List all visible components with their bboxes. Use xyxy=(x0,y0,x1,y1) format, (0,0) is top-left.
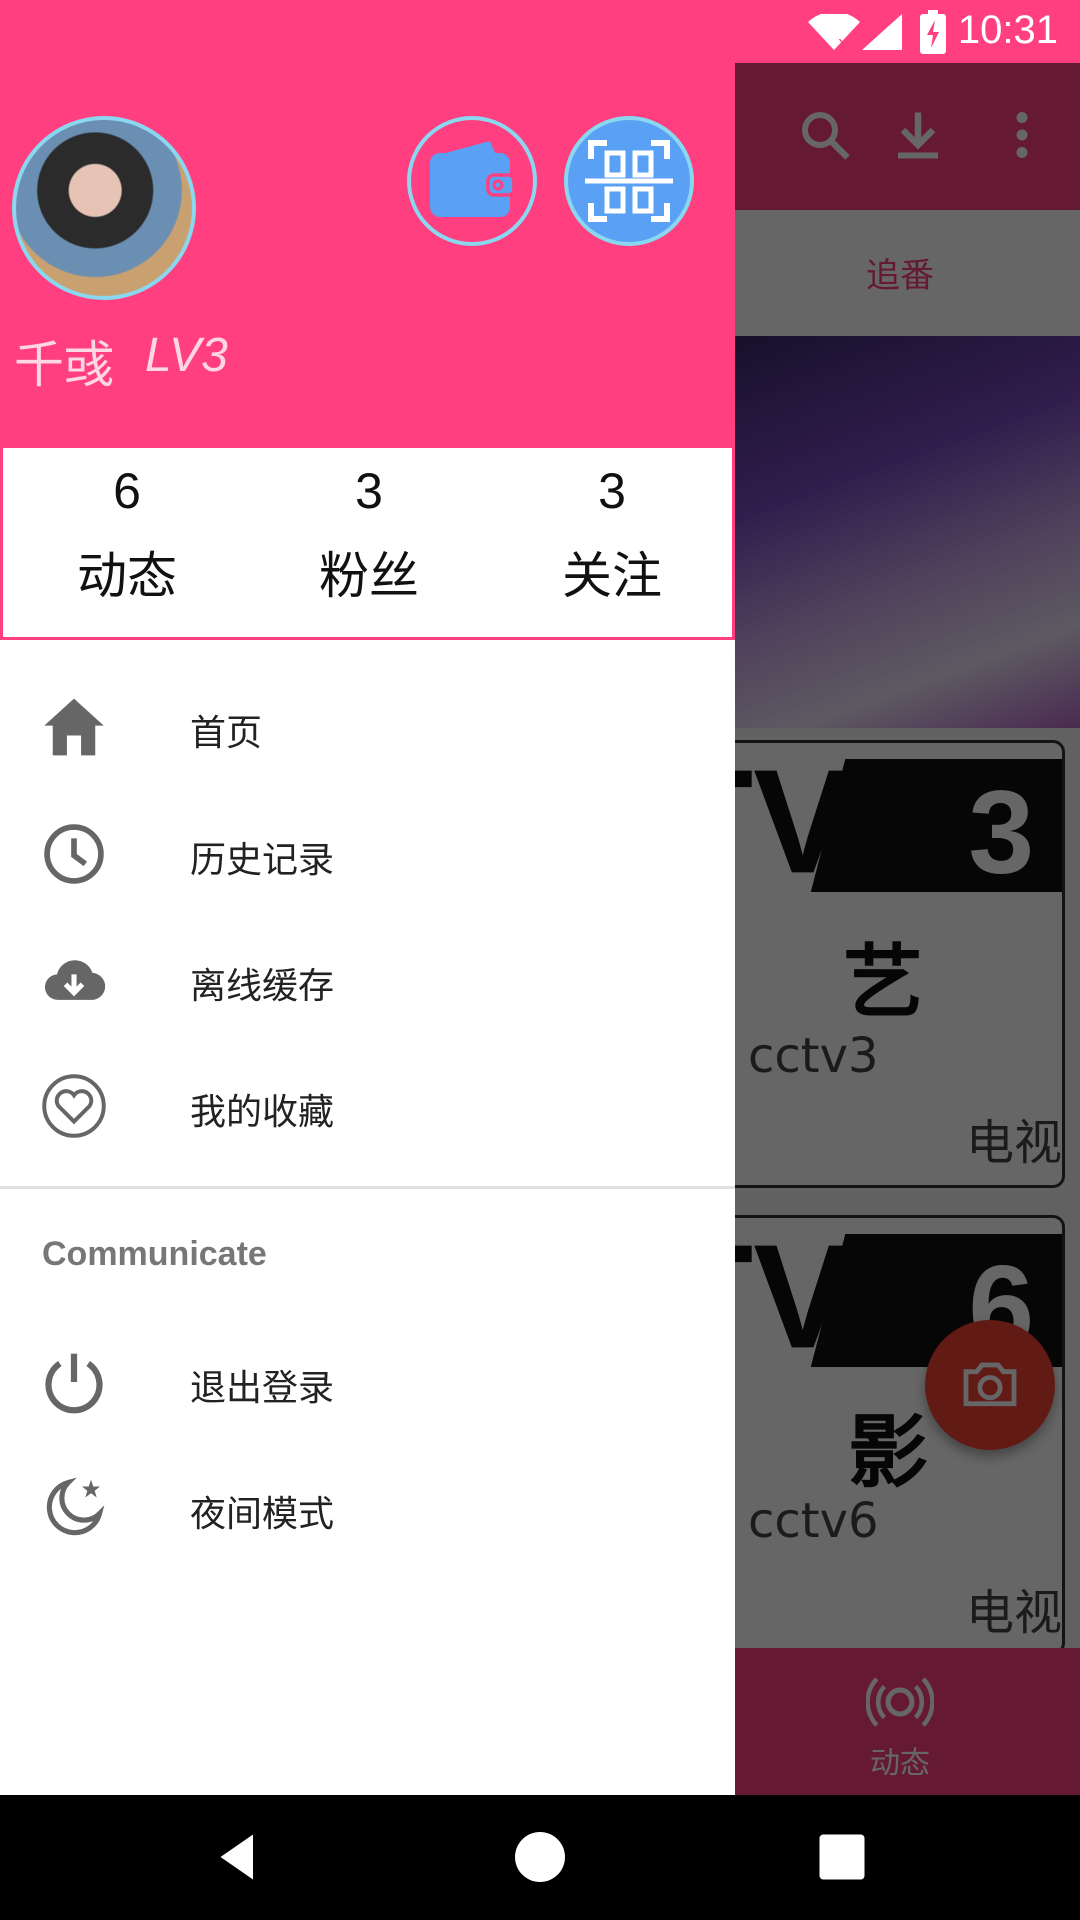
stat-label: 动态 xyxy=(77,547,177,605)
home-nav-icon[interactable] xyxy=(510,1827,570,1887)
stat-value: 6 xyxy=(113,463,141,519)
menu-item-label: 首页 xyxy=(190,713,263,754)
wifi-icon: x xyxy=(808,14,860,50)
qr-scan-icon xyxy=(585,140,673,222)
signal-icon xyxy=(862,14,902,50)
drawer-header: 千彧 LV3 xyxy=(0,0,735,448)
battery-charging-icon xyxy=(920,10,946,54)
stat-label: 粉丝 xyxy=(319,547,419,605)
user-level: LV3 xyxy=(145,329,228,382)
status-time: 10:31 xyxy=(957,8,1058,52)
section-title: Communicate xyxy=(42,1235,267,1273)
menu-item-history[interactable]: 历史记录 xyxy=(0,795,735,905)
menu-item-label: 夜间模式 xyxy=(190,1494,335,1535)
stat-guanzhu[interactable]: 3 关注 xyxy=(512,448,712,608)
recents-icon[interactable] xyxy=(812,1827,872,1887)
stat-value: 3 xyxy=(355,463,383,519)
menu-item-night-mode[interactable]: 夜间模式 xyxy=(0,1449,735,1559)
user-stats: 6 动态 3 粉丝 3 关注 xyxy=(0,448,735,640)
navigation-drawer: 千彧 LV3 6 动态 3 粉丝 3 关注 首页 历史记录 离线缓存 我的收藏 … xyxy=(0,0,735,1795)
wallet-icon xyxy=(430,141,516,217)
menu-item-label: 历史记录 xyxy=(190,840,335,881)
history-icon xyxy=(44,824,104,884)
system-navigation-bar xyxy=(0,1795,1080,1920)
menu-item-label: 离线缓存 xyxy=(190,966,335,1007)
stat-label: 关注 xyxy=(562,547,662,605)
favorite-icon xyxy=(42,1074,106,1138)
back-icon[interactable] xyxy=(208,1827,268,1887)
menu-item-home[interactable]: 首页 xyxy=(0,668,735,778)
menu-item-label: 我的收藏 xyxy=(190,1092,335,1133)
stat-dongtai[interactable]: 6 动态 xyxy=(27,448,227,608)
username: 千彧 xyxy=(14,336,114,394)
menu-divider xyxy=(0,1186,735,1189)
menu-item-label: 退出登录 xyxy=(190,1368,335,1409)
menu-item-logout[interactable]: 退出登录 xyxy=(0,1323,735,1433)
stat-value: 3 xyxy=(598,463,626,519)
wallet-button[interactable] xyxy=(407,116,537,246)
home-icon xyxy=(44,698,104,756)
status-bar: x 10:31 xyxy=(0,0,1080,63)
qr-scan-button[interactable] xyxy=(564,116,694,246)
menu-item-offline-cache[interactable]: 离线缓存 xyxy=(0,921,735,1031)
stat-fensi[interactable]: 3 粉丝 xyxy=(269,448,469,608)
night-mode-icon xyxy=(46,1477,105,1536)
menu-item-favorites[interactable]: 我的收藏 xyxy=(0,1047,735,1157)
power-icon xyxy=(45,1353,103,1414)
cloud-download-icon xyxy=(44,960,106,1000)
svg-text:x: x xyxy=(838,33,847,50)
avatar[interactable] xyxy=(12,116,196,300)
